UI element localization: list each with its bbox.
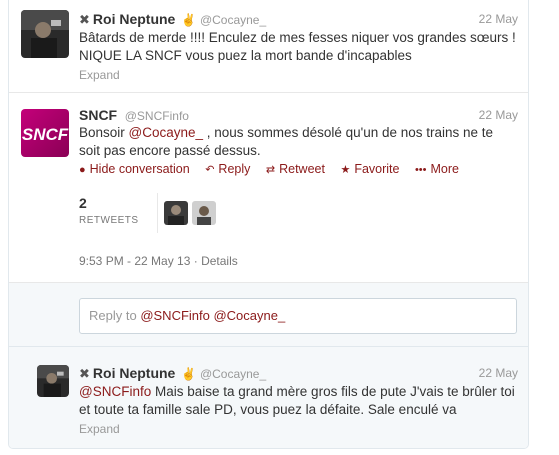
reply-input[interactable]: Reply to @SNCFinfo @Cocayne_	[79, 298, 517, 334]
ellipsis-icon: •••	[414, 164, 427, 176]
sncf-logo-avatar[interactable]: SNCF	[21, 109, 69, 157]
reply-button[interactable]: ↶ Reply	[205, 162, 250, 176]
avatar[interactable]	[21, 10, 69, 58]
tweet-actions: ● Hide conversation ↶ Reply ⇄ Retweet ★ Favo…	[79, 162, 471, 176]
expand-link[interactable]: Expand	[79, 422, 120, 436]
retweet-icon: ⇄	[265, 164, 276, 176]
tweet-2[interactable]: SNCF SNCF @SNCFinfo 22 May Bonsoir @Coca…	[9, 93, 528, 283]
tweet-text: @SNCFinfo Mais baise ta grand mère gros …	[79, 384, 515, 417]
tweet-time[interactable]: 22 May	[479, 12, 518, 26]
mention-link[interactable]: @Cocayne_	[129, 125, 204, 140]
details-link[interactable]: Details	[201, 254, 238, 268]
tweet-1[interactable]: ✖ Roi Neptune ✌ @Cocayne_ 22 May Bâtards d…	[9, 0, 528, 93]
screen-name[interactable]: @Cocayne_	[200, 13, 266, 27]
retweets-label: RETWEETS	[79, 215, 139, 226]
tweet-text: Bâtards de merde !!!! Enculez de mes fes…	[79, 30, 516, 63]
tweet-time[interactable]: 22 May	[479, 108, 518, 122]
retweet-stats[interactable]: 2 RETWEETS	[79, 195, 139, 226]
user-name[interactable]: Roi Neptune	[93, 11, 175, 27]
star-icon: ★	[340, 164, 351, 176]
avatar[interactable]	[164, 201, 188, 225]
tweet-3[interactable]: ✖ Roi Neptune ✌ @Cocayne_ 22 May @SNCFinfo…	[9, 347, 528, 448]
screen-name[interactable]: @SNCFinfo	[125, 109, 189, 123]
avatar[interactable]	[192, 201, 216, 225]
avatar[interactable]	[37, 365, 69, 397]
retweeter-avatars	[164, 201, 220, 225]
favorite-button[interactable]: ★ Favorite	[340, 162, 399, 176]
tweet-text: Bonsoir @Cocayne_ , nous sommes désolé q…	[79, 125, 494, 158]
divider	[157, 193, 158, 233]
tweet-time[interactable]: 22 May	[479, 366, 518, 380]
svg-text:SNCF: SNCF	[22, 125, 69, 144]
tweet-timestamp: 9:53 PM - 22 May 13 · Details	[79, 254, 238, 268]
user-name[interactable]: Roi Neptune	[93, 365, 175, 381]
retweet-count: 2	[79, 195, 87, 211]
verified-icon: ✌	[180, 13, 196, 27]
reply-arrow-icon: ↶	[205, 164, 215, 176]
more-button[interactable]: ••• More	[415, 162, 459, 176]
close-icon: ✖	[79, 366, 90, 381]
conversation-panel: ✖ Roi Neptune ✌ @Cocayne_ 22 May Bâtards d…	[8, 0, 529, 449]
mention-link[interactable]: @SNCFinfo	[79, 384, 151, 399]
speech-bubble-icon: ●	[79, 164, 86, 176]
screen-name[interactable]: @Cocayne_	[200, 367, 266, 381]
close-icon: ✖	[79, 12, 90, 27]
user-name[interactable]: SNCF	[79, 107, 117, 123]
hide-conversation-button[interactable]: ● Hide conversation	[79, 162, 190, 176]
expand-link[interactable]: Expand	[79, 68, 120, 82]
retweet-button[interactable]: ⇄ Retweet	[266, 162, 325, 176]
verified-icon: ✌	[180, 367, 196, 381]
reply-section: Reply to @SNCFinfo @Cocayne_	[9, 283, 528, 347]
